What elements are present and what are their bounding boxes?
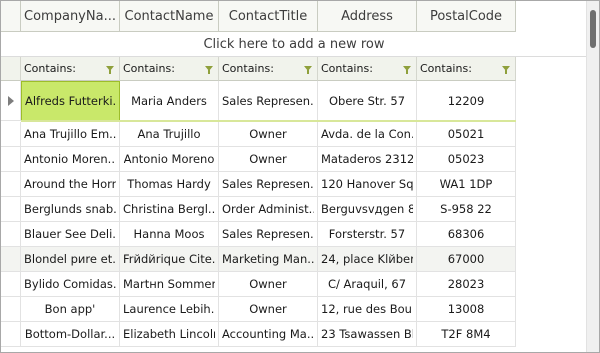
table-cell[interactable]: 23 Tsawassen Bl... xyxy=(318,322,417,347)
table-cell[interactable]: Blondel pиre et... xyxy=(21,247,120,272)
filter-cell-contact-name[interactable]: Contains: xyxy=(120,57,219,81)
table-cell[interactable]: Frйdйrique Cite... xyxy=(120,247,219,272)
row-indicator xyxy=(1,147,21,172)
table-cell[interactable]: Bottom-Dollar... xyxy=(21,322,120,347)
table-row[interactable]: Around the Horn Thomas Hardy Sales Repre… xyxy=(1,172,516,197)
table-cell[interactable]: Laurence Lebih... xyxy=(120,297,219,322)
table-cell[interactable]: 28023 xyxy=(417,272,516,297)
table-cell[interactable]: Order Administ... xyxy=(219,197,318,222)
table-row[interactable]: Bottom-Dollar... Elizabeth Lincoln Accou… xyxy=(1,322,516,347)
table-cell[interactable]: Owner xyxy=(219,297,318,322)
filter-label: Contains: xyxy=(222,62,274,75)
table-cell[interactable]: Maria Anders xyxy=(120,81,219,121)
column-header-address[interactable]: Address xyxy=(318,1,417,32)
row-indicator xyxy=(1,197,21,222)
filter-funnel-icon[interactable] xyxy=(304,66,312,74)
table-cell[interactable]: 120 Hanover Sq. xyxy=(318,172,417,197)
table-row[interactable]: Berglunds snab... Christina Bergl... Ord… xyxy=(1,197,516,222)
table-cell[interactable]: Alfreds Futterki... xyxy=(21,81,120,121)
table-cell[interactable]: Blauer See Deli... xyxy=(21,222,120,247)
add-new-row[interactable]: Click here to add a new row xyxy=(1,32,587,57)
table-row[interactable]: Blauer See Deli... Hanna Moos Sales Repr… xyxy=(1,222,516,247)
table-cell[interactable]: WA1 1DP xyxy=(417,172,516,197)
data-grid: CompanyNa... ContactName ContactTitle Ad… xyxy=(0,0,600,353)
table-cell[interactable]: Forsterstr. 57 xyxy=(318,222,417,247)
current-row-arrow-icon xyxy=(7,95,14,106)
filter-row: Contains: Contains: Contains: Contains: … xyxy=(1,57,516,81)
filter-cell-address[interactable]: Contains: xyxy=(318,57,417,81)
filter-label: Contains: xyxy=(24,62,76,75)
table-cell[interactable]: Ana Trujillo xyxy=(120,122,219,147)
table-cell[interactable]: 12209 xyxy=(417,81,516,121)
table-cell[interactable]: Martнn Sommer xyxy=(120,272,219,297)
table-cell[interactable]: Berglunds snab... xyxy=(21,197,120,222)
column-header-postal-code[interactable]: PostalCode xyxy=(417,1,516,32)
table-row[interactable]: Bylido Comidas... Martнn Sommer Owner C/… xyxy=(1,272,516,297)
filter-funnel-icon[interactable] xyxy=(205,66,213,74)
table-cell[interactable]: Antonio Moreno xyxy=(120,147,219,172)
table-cell[interactable]: Thomas Hardy xyxy=(120,172,219,197)
row-indicator xyxy=(1,222,21,247)
table-cell[interactable]: Sales Represen... xyxy=(219,81,318,121)
row-indicator xyxy=(1,172,21,197)
table-cell[interactable]: Obere Str. 57 xyxy=(318,81,417,121)
table-cell[interactable]: Antonio Moren... xyxy=(21,147,120,172)
filter-cell-company-name[interactable]: Contains: xyxy=(21,57,120,81)
table-cell[interactable]: Ana Trujillo Em... xyxy=(21,122,120,147)
table-cell[interactable]: Avda. de la Con... xyxy=(318,122,417,147)
row-indicator xyxy=(1,81,21,121)
filter-funnel-icon[interactable] xyxy=(403,66,411,74)
filter-indicator-cell xyxy=(1,57,21,81)
table-cell[interactable]: Sales Represen... xyxy=(219,172,318,197)
column-header-contact-name[interactable]: ContactName xyxy=(120,1,219,32)
table-cell[interactable]: T2F 8M4 xyxy=(417,322,516,347)
table-cell[interactable]: S-958 22 xyxy=(417,197,516,222)
table-cell[interactable]: 67000 xyxy=(417,247,516,272)
filter-funnel-icon[interactable] xyxy=(502,66,510,74)
table-cell[interactable]: Berguvsvдgen 8 xyxy=(318,197,417,222)
table-row-hovered[interactable]: Blondel pиre et... Frйdйrique Cite... Ma… xyxy=(1,247,516,272)
filter-cell-contact-title[interactable]: Contains: xyxy=(219,57,318,81)
row-indicator xyxy=(1,247,21,272)
row-indicator xyxy=(1,122,21,147)
table-cell[interactable]: Christina Bergl... xyxy=(120,197,219,222)
table-cell[interactable]: Marketing Man... xyxy=(219,247,318,272)
table-cell[interactable]: Bon app' xyxy=(21,297,120,322)
table-row[interactable]: Antonio Moren... Antonio Moreno Owner Ma… xyxy=(1,147,516,172)
column-header-company-name[interactable]: CompanyNa... xyxy=(21,1,120,32)
filter-funnel-icon[interactable] xyxy=(106,66,114,74)
scrollbar-thumb[interactable] xyxy=(590,10,596,48)
table-cell[interactable]: 13008 xyxy=(417,297,516,322)
vertical-scrollbar[interactable] xyxy=(586,1,599,352)
row-indicator xyxy=(1,272,21,297)
row-indicator xyxy=(1,297,21,322)
filter-cell-postal-code[interactable]: Contains: xyxy=(417,57,516,81)
column-header-row: CompanyNa... ContactName ContactTitle Ad… xyxy=(1,1,516,32)
table-cell[interactable]: 24, place Klйber xyxy=(318,247,417,272)
table-cell[interactable]: C/ Araquil, 67 xyxy=(318,272,417,297)
filter-label: Contains: xyxy=(321,62,373,75)
table-cell[interactable]: 12, rue des Bou... xyxy=(318,297,417,322)
row-indicator xyxy=(1,322,21,347)
table-cell[interactable]: Mataderos 2312 xyxy=(318,147,417,172)
column-header-contact-title[interactable]: ContactTitle xyxy=(219,1,318,32)
table-cell[interactable]: 05023 xyxy=(417,147,516,172)
table-row[interactable]: Bon app' Laurence Lebih... Owner 12, rue… xyxy=(1,297,516,322)
table-cell[interactable]: Elizabeth Lincoln xyxy=(120,322,219,347)
table-cell[interactable]: Owner xyxy=(219,122,318,147)
table-row[interactable]: Ana Trujillo Em... Ana Trujillo Owner Av… xyxy=(1,122,516,147)
table-cell[interactable]: Hanna Moos xyxy=(120,222,219,247)
header-indicator-cell xyxy=(1,1,21,32)
table-cell[interactable]: Sales Represen... xyxy=(219,222,318,247)
filter-label: Contains: xyxy=(123,62,175,75)
table-cell[interactable]: Around the Horn xyxy=(21,172,120,197)
table-cell[interactable]: Bylido Comidas... xyxy=(21,272,120,297)
table-cell[interactable]: Owner xyxy=(219,272,318,297)
table-cell[interactable]: 05021 xyxy=(417,122,516,147)
table-cell[interactable]: Accounting Ma... xyxy=(219,322,318,347)
table-cell[interactable]: Owner xyxy=(219,147,318,172)
filter-label: Contains: xyxy=(420,62,472,75)
table-cell[interactable]: 68306 xyxy=(417,222,516,247)
table-row[interactable]: Alfreds Futterki... Maria Anders Sales R… xyxy=(1,81,516,121)
